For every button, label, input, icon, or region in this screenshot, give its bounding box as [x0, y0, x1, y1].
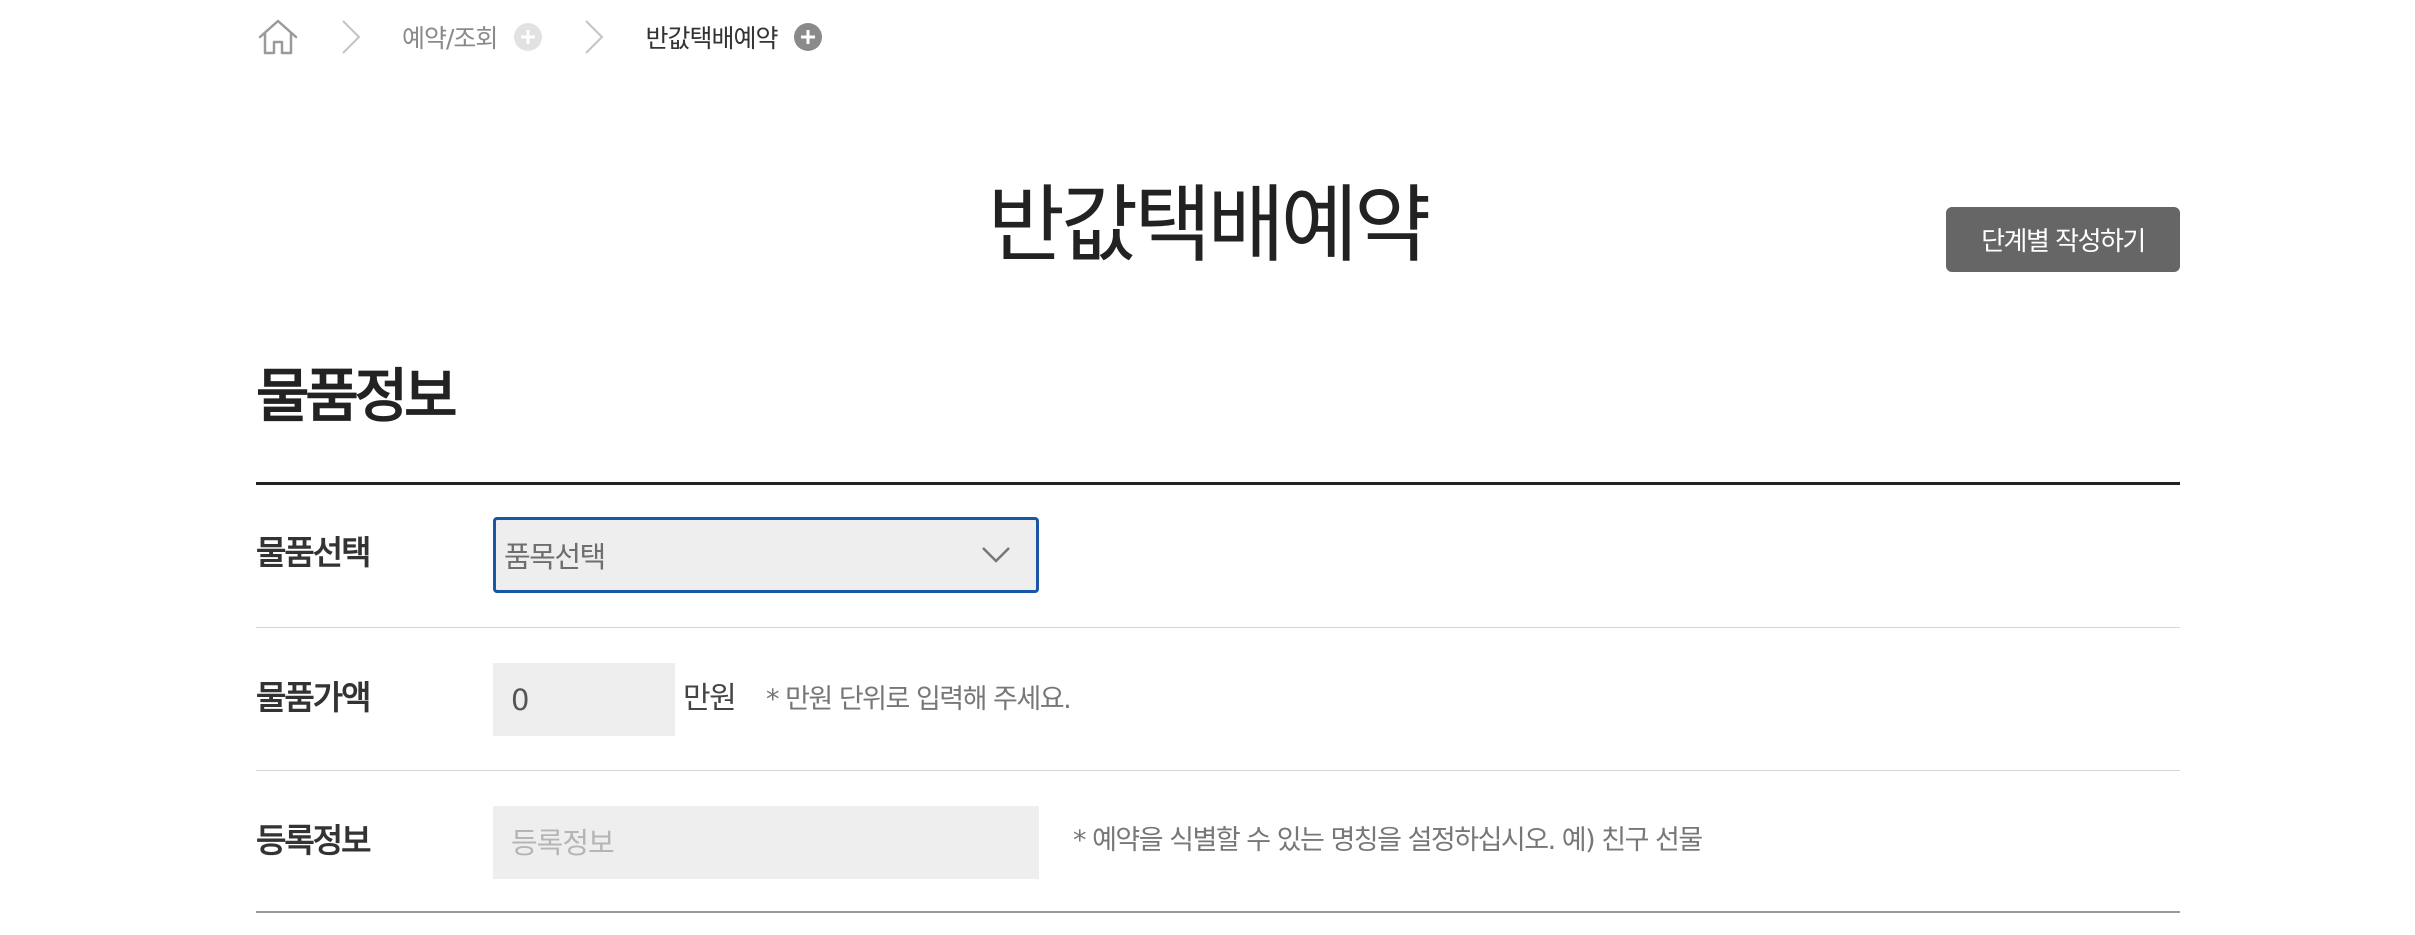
chevron-down-icon — [982, 547, 1010, 563]
item-select-value: 품목선택 — [504, 540, 606, 574]
section-bottom-divider — [256, 911, 2180, 913]
plus-circle-icon[interactable] — [513, 22, 543, 52]
home-icon[interactable] — [256, 15, 300, 59]
chevron-right-icon — [342, 20, 361, 54]
price-unit-label: 만원 — [683, 681, 737, 716]
breadcrumb: 예약/조회 반값택배예약 — [256, 14, 823, 60]
item-price-label: 물품가액 — [256, 678, 371, 717]
breadcrumb-item-reservation[interactable]: 예약/조회 — [402, 19, 498, 55]
item-price-input[interactable] — [493, 663, 675, 736]
section-top-divider — [256, 482, 2180, 485]
price-hint: * 만원 단위로 입력해 주세요. — [766, 684, 1072, 715]
registration-input[interactable] — [493, 806, 1039, 879]
row-divider — [256, 627, 2180, 628]
plus-circle-icon[interactable] — [793, 22, 823, 52]
section-title: 물품정보 — [256, 362, 457, 430]
item-select-label: 물품선택 — [256, 533, 371, 572]
chevron-right-icon — [585, 20, 604, 54]
step-by-step-button[interactable]: 단계별 작성하기 — [1946, 207, 2180, 272]
row-divider — [256, 770, 2180, 771]
registration-label: 등록정보 — [256, 821, 371, 860]
page: 예약/조회 반값택배예약 반값택배예약 단계별 작성하기 물품정보 물품선택 품… — [0, 0, 2415, 935]
item-select-dropdown[interactable]: 품목선택 — [493, 517, 1039, 593]
breadcrumb-item-current[interactable]: 반값택배예약 — [645, 19, 778, 55]
registration-hint: * 예약을 식별할 수 있는 명칭을 설정하십시오. 예) 친구 선물 — [1073, 825, 1703, 856]
